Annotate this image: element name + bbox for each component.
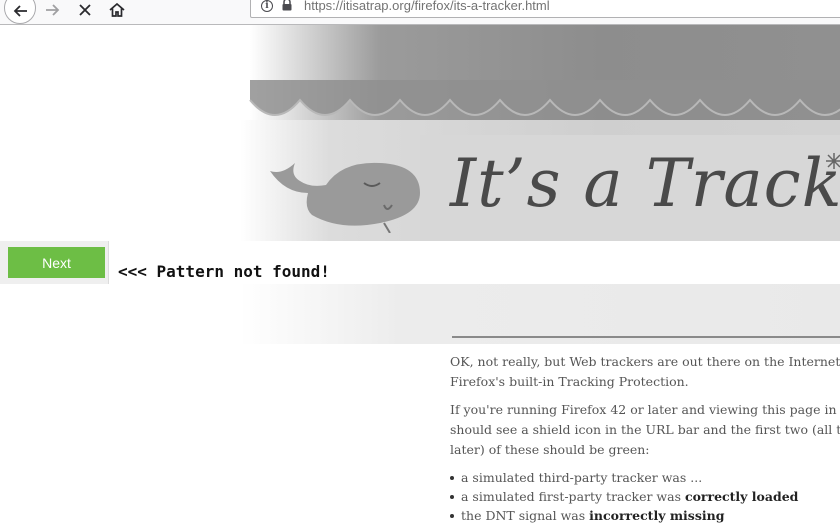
whale-icon — [270, 162, 420, 233]
url-bar[interactable]: i https://itisatrap.org/firefox/its-a-tr… — [250, 0, 840, 18]
paper-texture-band — [240, 284, 840, 344]
intro-paragraph: OK, not really, but Web trackers are out… — [450, 352, 840, 392]
home-icon — [109, 3, 125, 17]
site-banner: It’s a Tracker — [0, 25, 840, 241]
next-button[interactable]: Next — [8, 247, 105, 278]
text-line: If you're running Firefox 42 or later an… — [450, 402, 840, 417]
instructions-paragraph: If you're running Firefox 42 or later an… — [450, 400, 840, 460]
stop-button[interactable] — [74, 0, 96, 20]
section-divider — [452, 336, 840, 338]
find-status-text: <<< Pattern not found! — [118, 262, 330, 281]
item-status: incorrectly missing — [589, 508, 725, 523]
stop-icon — [79, 4, 91, 16]
text-line: OK, not really, but Web trackers are out… — [450, 354, 840, 369]
back-arrow-icon — [13, 5, 27, 17]
browser-toolbar: i https://itisatrap.org/firefox/its-a-tr… — [0, 0, 840, 25]
item-text: a simulated third-party tracker was ... — [461, 470, 703, 485]
info-icon[interactable]: i — [261, 0, 273, 12]
home-button[interactable] — [106, 0, 128, 20]
list-item: the DNT signal was incorrectly missing — [450, 506, 840, 525]
text-line: should see a shield icon in the URL bar … — [450, 422, 840, 437]
url-text[interactable]: https://itisatrap.org/firefox/its-a-trac… — [304, 0, 550, 13]
list-item: a simulated first-party tracker was corr… — [450, 487, 840, 506]
back-button[interactable] — [4, 0, 36, 24]
main-content: OK, not really, but Web trackers are out… — [450, 352, 840, 525]
lock-icon[interactable] — [281, 0, 293, 11]
item-status: correctly loaded — [684, 489, 799, 504]
test-results-list: a simulated third-party tracker was ... … — [450, 468, 840, 525]
text-line: Firefox's built-in Tracking Protection. — [450, 374, 689, 389]
page-title: It’s a Tracker — [450, 145, 840, 222]
sparkle-icon — [826, 153, 840, 169]
item-text: a simulated first-party tracker was — [461, 489, 685, 504]
forward-button[interactable] — [42, 0, 64, 20]
find-panel: Next — [0, 241, 109, 284]
forward-arrow-icon — [46, 4, 60, 16]
item-text: the DNT signal was — [461, 508, 590, 523]
list-item: a simulated third-party tracker was ... — [450, 468, 840, 487]
text-line: later) of these should be green: — [450, 442, 650, 457]
